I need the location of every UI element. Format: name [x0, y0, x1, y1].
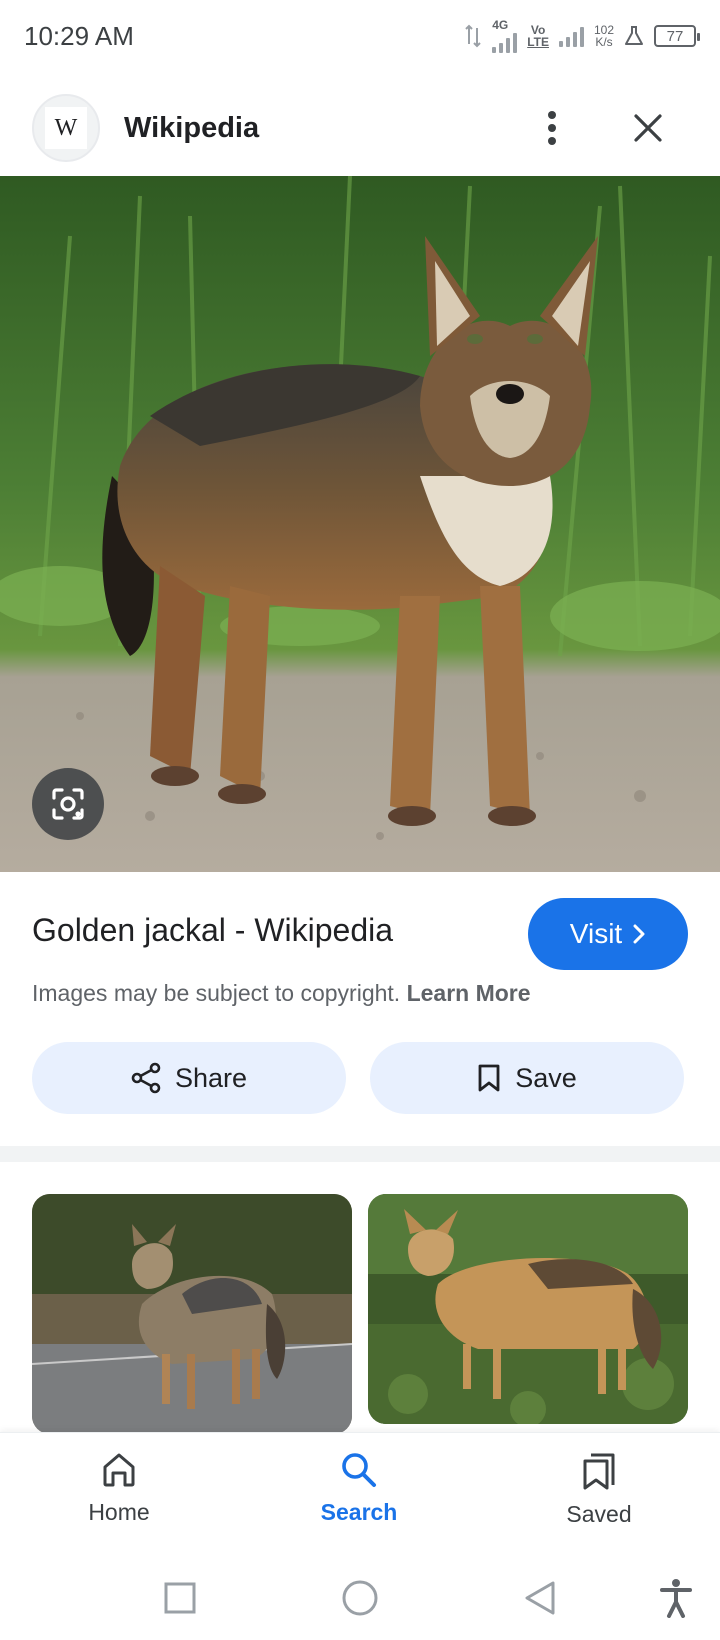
home-system-button[interactable]	[336, 1574, 384, 1622]
speed-unit: K/s	[595, 35, 613, 49]
nav-item-search[interactable]: Search	[279, 1451, 439, 1526]
system-navigation-bar	[0, 1562, 720, 1640]
nav-item-saved[interactable]: Saved	[519, 1451, 679, 1528]
more-vert-icon	[548, 111, 556, 145]
jackal-photo	[0, 176, 720, 872]
flask-icon	[625, 26, 643, 45]
accessibility-icon	[660, 1579, 692, 1618]
bottom-navigation: Home Search Saved	[0, 1432, 720, 1562]
circle-icon	[342, 1580, 378, 1616]
saved-icon	[583, 1453, 615, 1490]
back-triangle-icon	[525, 1581, 555, 1615]
share-label: Share	[174, 1062, 248, 1093]
status-icons: 4G Vo LTE 102 K/s 77	[464, 18, 700, 53]
share-button[interactable]: Share	[32, 1042, 346, 1114]
recent-apps-button[interactable]	[156, 1574, 204, 1622]
status-time: 10:29 AM	[24, 20, 134, 51]
nav-label-search: Search	[320, 1499, 398, 1525]
site-logo: W	[32, 94, 100, 162]
jackal-thumbnail-1	[32, 1194, 352, 1434]
search-icon	[342, 1453, 376, 1487]
save-label: Save	[515, 1062, 577, 1093]
save-button[interactable]: Save	[370, 1042, 684, 1114]
copyright-text: Images may be subject to copyright.	[32, 980, 401, 1006]
status-bar: 10:29 AM 4G Vo LTE 102 K/s 77	[0, 0, 720, 72]
site-name: Wikipedia	[124, 111, 260, 144]
network-type-label: 4G	[492, 18, 509, 32]
nav-label-saved: Saved	[566, 1501, 632, 1527]
google-lens-icon	[52, 788, 84, 820]
learn-more-link[interactable]: Learn More	[407, 980, 531, 1006]
nav-label-home: Home	[88, 1499, 150, 1525]
more-options-button[interactable]	[524, 100, 580, 156]
square-icon	[164, 1582, 196, 1614]
signal-strength-icon-2	[558, 25, 584, 47]
result-title[interactable]: Golden jackal - Wikipedia	[32, 912, 393, 949]
battery-indicator: 77	[654, 25, 700, 47]
copyright-notice: Images may be subject to copyright. Lear…	[32, 980, 531, 1007]
home-icon	[103, 1453, 135, 1487]
signal-strength-icon	[492, 31, 518, 53]
battery-level: 77	[666, 27, 684, 45]
main-image[interactable]	[0, 176, 720, 872]
jackal-thumbnail-2	[368, 1194, 688, 1424]
nav-item-home[interactable]: Home	[39, 1451, 199, 1526]
related-image-2[interactable]	[368, 1194, 688, 1424]
close-icon	[634, 114, 662, 142]
data-transfer-icon	[465, 24, 481, 48]
lens-button[interactable]	[32, 768, 104, 840]
wikipedia-logo-icon: W	[45, 107, 87, 149]
accessibility-button[interactable]	[652, 1574, 700, 1622]
related-image-1[interactable]	[32, 1194, 352, 1434]
chevron-right-icon	[633, 924, 645, 944]
share-icon	[131, 1062, 161, 1094]
back-system-button[interactable]	[516, 1574, 564, 1622]
close-button[interactable]	[620, 100, 676, 156]
volte-label-bottom: LTE	[527, 35, 549, 49]
visit-label: Visit	[569, 918, 623, 949]
bookmark-icon	[478, 1064, 500, 1092]
section-divider	[0, 1146, 720, 1162]
page-header: W Wikipedia	[0, 84, 720, 172]
visit-button[interactable]: Visit	[528, 898, 688, 970]
